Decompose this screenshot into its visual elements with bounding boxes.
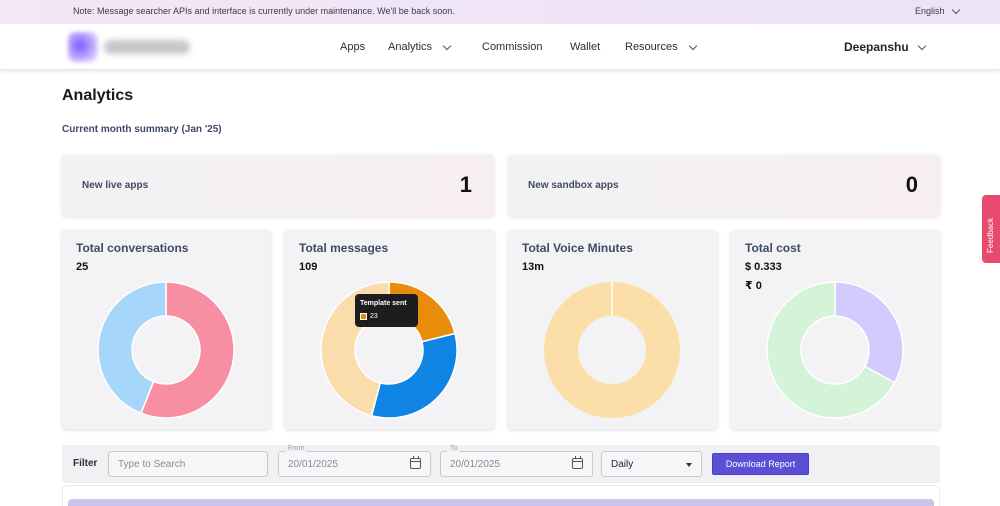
notice-text: Note: Message searcher APIs and interfac… [73,6,455,16]
total-voice-minutes-card: Total Voice Minutes 13m [508,230,717,429]
messages-donut-chart [320,281,458,419]
to-date-field[interactable]: To 20/01/2025 [440,445,593,477]
from-date-field[interactable]: From 20/01/2025 [278,445,431,477]
conversations-donut-chart [97,281,235,419]
top-navbar: Apps Analytics Commission Wallet Resourc… [0,24,1000,70]
card-value: 25 [76,261,89,273]
calendar-icon[interactable] [410,456,421,469]
card-value: 0 [905,172,918,197]
summary-heading: Current month summary (Jan '25) [62,124,222,135]
language-selector[interactable]: English [915,5,960,16]
caret-down-icon [686,463,692,467]
nav-item-label: Commission [482,41,543,53]
card-value: 109 [299,261,318,273]
card-value: 1 [459,172,472,197]
maintenance-notice: Note: Message searcher APIs and interfac… [0,0,1000,24]
from-label: From [285,445,308,452]
logo-wordmark [104,40,190,54]
nav-item-apps[interactable]: Apps [340,41,365,53]
feedback-label: Feedback [986,217,995,253]
total-cost-card: Total cost $ 0.333 ₹ 0 [731,230,940,429]
card-label: New sandbox apps [528,180,619,191]
nav-item-resources[interactable]: Resources [625,41,697,53]
user-name: Deepanshu [844,40,909,54]
tooltip-value: 23 [370,313,378,320]
chevron-down-icon [688,41,697,50]
from-date-value: 20/01/2025 [288,459,339,470]
card-title: Total messages [299,241,389,255]
card-value: $ 0.333 [745,261,782,273]
page-title: Analytics [62,87,134,104]
granularity-value: Daily [611,459,634,470]
chevron-down-icon [917,41,926,50]
tooltip-title: Template sent [360,300,407,307]
brand-logo[interactable] [68,32,193,62]
download-report-label: Download Report [725,459,796,469]
chart-tooltip: Template sent 23 [355,294,418,327]
new-live-apps-card: New live apps 1 [62,155,494,216]
new-sandbox-apps-card: New sandbox apps 0 [508,155,940,216]
nav-item-label: Resources [625,41,678,53]
filter-label: Filter [73,458,98,469]
nav-item-analytics[interactable]: Analytics [388,41,452,53]
donut-segment[interactable] [834,281,904,384]
calendar-icon[interactable] [572,456,583,469]
total-conversations-card: Total conversations 25 [62,230,271,429]
user-menu[interactable]: Deepanshu [844,40,926,54]
nav-item-label: Wallet [570,41,601,53]
card-title: Total conversations [76,241,189,255]
card-title: Total Voice Minutes [522,241,633,255]
nav-item-label: Analytics [388,41,433,53]
granularity-select[interactable]: Daily [601,451,702,477]
card-title: Total cost [745,241,801,255]
card-value-inr: ₹ 0 [745,280,762,292]
table-header [68,499,934,506]
card-value: 13m [522,261,545,273]
logo-mark-icon [68,32,98,62]
search-input[interactable]: Type to Search [108,451,268,477]
download-report-button[interactable]: Download Report [712,453,809,475]
total-messages-card: Total messages 109 [285,230,494,429]
search-placeholder: Type to Search [118,459,186,470]
nav-item-wallet[interactable]: Wallet [570,41,600,53]
language-label: English [915,6,945,16]
card-label: New live apps [82,180,149,191]
to-date-value: 20/01/2025 [450,459,501,470]
to-label: To [447,445,461,452]
cost-donut-chart [766,281,904,419]
chevron-down-icon [442,41,452,50]
voice-minutes-donut-chart [544,282,680,418]
nav-item-commission[interactable]: Commission [482,41,543,53]
chevron-down-icon [951,5,960,14]
tooltip-row: 23 [360,313,378,320]
legend-swatch-icon [360,313,367,320]
nav-item-label: Apps [340,41,366,53]
donut-segment[interactable] [370,332,458,419]
feedback-tab[interactable]: Feedback [982,195,1000,263]
